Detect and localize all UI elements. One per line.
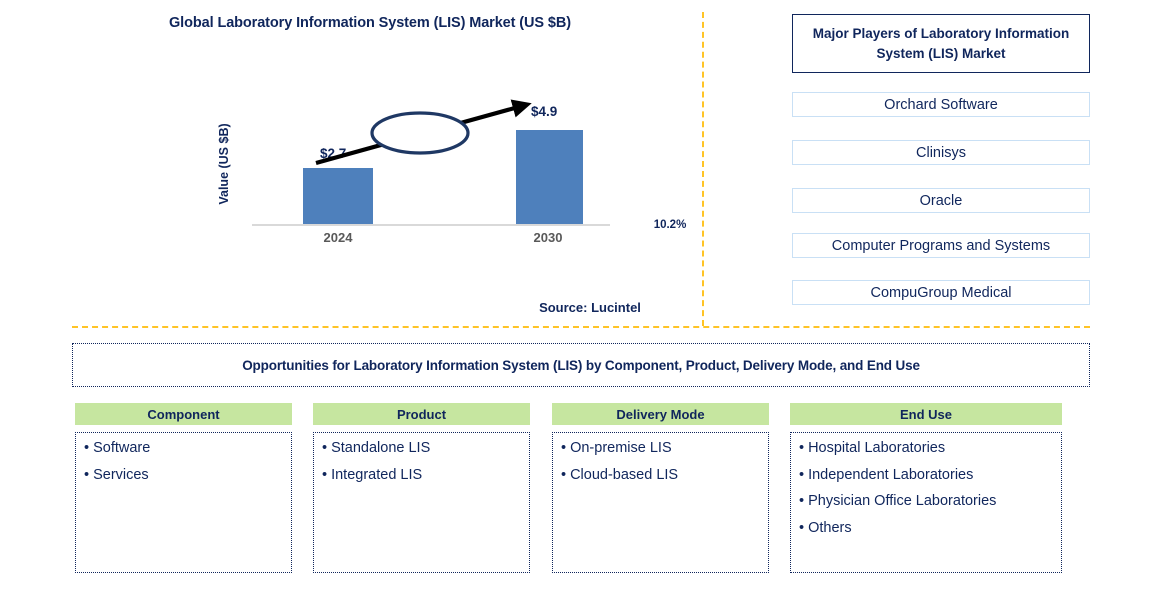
list-item-label: Physician Office Laboratories	[808, 493, 997, 509]
segment-items: • Hospital Laboratories • Independent Labo…	[790, 432, 1062, 573]
list-item: • Cloud-based LIS	[561, 466, 762, 483]
bullet-icon: •	[84, 466, 90, 483]
segment-header: End Use	[790, 403, 1062, 425]
list-item-label: Integrated LIS	[331, 466, 423, 483]
list-item-label: Software	[93, 440, 151, 456]
list-item: • Independent Laboratories	[799, 466, 1055, 483]
chart-title: Global Laboratory Information System (LI…	[169, 15, 571, 31]
bullet-icon: •	[561, 440, 567, 456]
bullet-icon: •	[84, 440, 90, 456]
major-players-header: Major Players of Laboratory Information …	[792, 14, 1090, 73]
segment-column-component: Component • Software • Services	[75, 403, 292, 573]
list-item-label: Others	[808, 519, 852, 536]
player-item[interactable]: Computer Programs and Systems	[792, 233, 1090, 258]
horizontal-dashed-divider	[72, 326, 1090, 328]
player-item[interactable]: Orchard Software	[792, 92, 1090, 117]
bar-2024	[303, 168, 373, 224]
segment-header: Component	[75, 403, 292, 425]
segment-header: Product	[313, 403, 530, 425]
bullet-icon: •	[799, 466, 805, 483]
player-item[interactable]: Clinisys	[792, 140, 1090, 165]
bullet-icon: •	[322, 440, 328, 456]
list-item: • Physician Office Laboratories	[799, 494, 1055, 509]
player-item[interactable]: Oracle	[792, 188, 1090, 213]
list-item-label: On-premise LIS	[570, 440, 672, 456]
list-item: • Software	[84, 441, 285, 456]
segment-items: • On-premise LIS • Cloud-based LIS	[552, 432, 769, 573]
list-item-label: Independent Laboratories	[808, 466, 974, 483]
list-item-label: Services	[93, 466, 149, 483]
list-item-label: Standalone LIS	[331, 440, 431, 456]
y-axis-label: Value (US $B)	[217, 123, 231, 205]
bar-chart: Value (US $B) $2.7 $4.9 2024 2030 10.2%	[217, 92, 686, 252]
list-item: • On-premise LIS	[561, 441, 762, 456]
player-item[interactable]: CompuGroup Medical	[792, 280, 1090, 305]
list-item-label: Cloud-based LIS	[570, 466, 679, 483]
segment-column-delivery-mode: Delivery Mode • On-premise LIS • Cloud-bas…	[552, 403, 769, 573]
list-item: • Integrated LIS	[322, 466, 523, 483]
list-item: • Standalone LIS	[322, 441, 523, 456]
opportunities-banner: Opportunities for Laboratory Information…	[72, 343, 1090, 387]
x-tick-2024: 2024	[323, 230, 353, 245]
segment-items: • Standalone LIS • Integrated LIS	[313, 432, 530, 573]
segment-column-end-use: End Use • Hospital Laboratories • Independ…	[790, 403, 1062, 573]
list-item-label: Hospital Laboratories	[808, 440, 946, 456]
cagr-label: 10.2%	[653, 219, 687, 231]
x-axis-line	[252, 224, 610, 226]
market-infographic: Global Laboratory Information System (LI…	[0, 0, 1153, 593]
growth-arrow-icon	[315, 99, 532, 166]
bullet-icon: •	[799, 440, 805, 456]
source-note: Source: Lucintel	[539, 300, 641, 315]
list-item: • Hospital Laboratories	[799, 441, 1055, 456]
list-item: • Services	[84, 466, 285, 483]
segment-items: • Software • Services	[75, 432, 292, 573]
bullet-icon: •	[561, 466, 567, 483]
segment-column-product: Product • Standalone LIS • Integrated LIS	[313, 403, 530, 573]
segment-header: Delivery Mode	[552, 403, 769, 425]
bullet-icon: •	[799, 493, 805, 509]
cagr-ellipse-icon	[370, 111, 470, 155]
vertical-dashed-divider	[702, 12, 704, 326]
x-tick-2030: 2030	[533, 230, 563, 245]
list-item: • Others	[799, 519, 1055, 536]
bullet-icon: •	[799, 519, 805, 536]
bullet-icon: •	[322, 466, 328, 483]
